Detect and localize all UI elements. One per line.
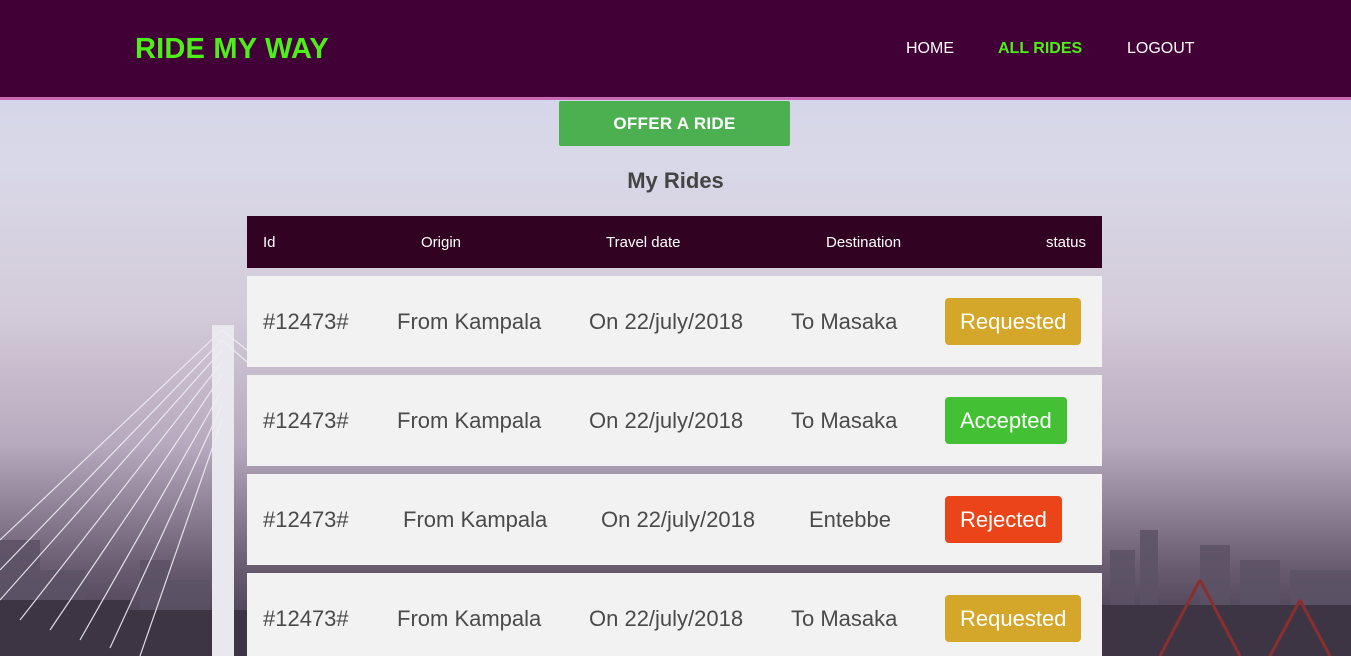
ride-destination: To Masaka [791,606,898,631]
column-header-destination: Destination [826,234,902,251]
ride-origin: From Kampala [397,309,542,334]
status-badge[interactable]: Accepted [945,397,1067,444]
nav-home-link[interactable]: HOME [906,40,954,58]
page-title: My Rides [627,168,724,193]
ride-id: #12473# [263,606,349,631]
column-header-origin: Origin [421,234,462,251]
ride-travel-date: On 22/july/2018 [589,309,744,334]
ride-travel-date: On 22/july/2018 [589,408,744,433]
column-header-id: Id [263,234,276,251]
nav-logout-link[interactable]: LOGOUT [1127,40,1195,58]
status-badge[interactable]: Rejected [945,496,1062,543]
ride-travel-date: On 22/july/2018 [589,606,744,631]
table-row[interactable]: #12473# From Kampala On 22/july/2018 To … [247,276,1102,367]
ride-id: #12473# [263,408,349,433]
top-navbar: RIDE MY WAY HOME ALL RIDES LOGOUT [0,0,1351,100]
brand-logo[interactable]: RIDE MY WAY [135,33,329,66]
column-header-status: status [1045,234,1086,251]
column-header-travel-date: Travel date [606,234,681,251]
status-badge[interactable]: Requested [945,298,1082,345]
ride-destination: Entebbe [809,507,891,532]
ride-id: #12473# [263,507,349,532]
table-row[interactable]: #12473# From Kampala On 22/july/2018 To … [247,375,1102,466]
ride-destination: To Masaka [791,408,898,433]
ride-origin: From Kampala [403,507,548,532]
nav-all-rides-link[interactable]: ALL RIDES [998,40,1082,58]
table-row[interactable]: #12473# From Kampala On 22/july/2018 To … [247,573,1102,656]
rides-table-header: Id Origin Travel date Destination status [247,216,1102,268]
status-badge[interactable]: Requested [945,595,1082,642]
ride-origin: From Kampala [397,408,542,433]
ride-destination: To Masaka [791,309,898,334]
offer-ride-button[interactable]: OFFER A RIDE [559,101,790,146]
ride-origin: From Kampala [397,606,542,631]
ride-id: #12473# [263,309,349,334]
table-row[interactable]: #12473# From Kampala On 22/july/2018 Ent… [247,474,1102,565]
ride-travel-date: On 22/july/2018 [601,507,756,532]
